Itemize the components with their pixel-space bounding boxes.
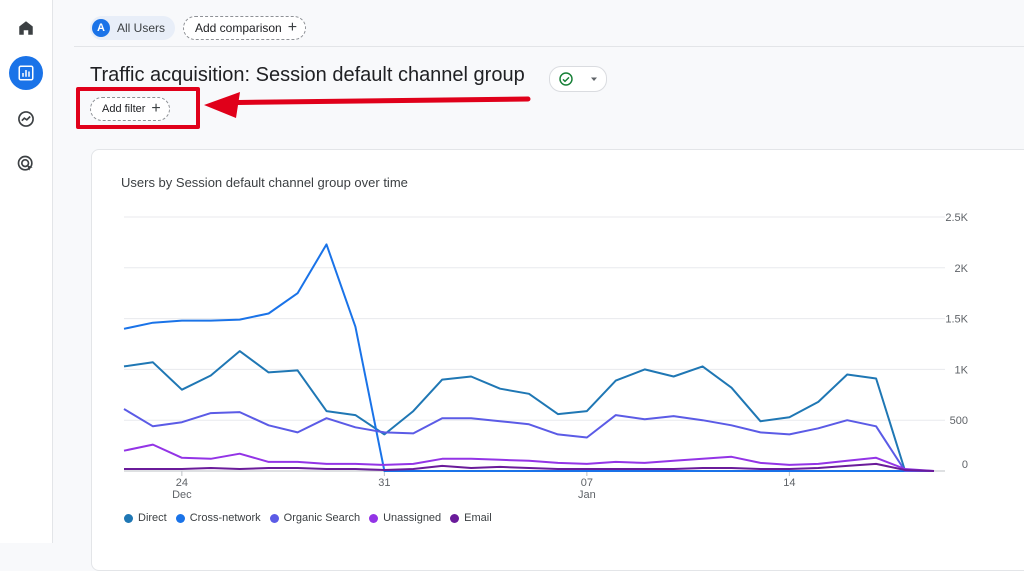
legend-item-cross-network[interactable]: Cross-network (175, 512, 261, 524)
y-tick-label: 1.5K (945, 314, 968, 326)
chart-y-axis: 2.5K 2K 1.5K 1K 500 0 (945, 212, 968, 471)
legend-item-organic-search[interactable]: Organic Search (269, 512, 361, 524)
legend-swatch (450, 513, 460, 523)
x-tick-label: 24 (176, 477, 188, 489)
chart-x-axis: 24Dec 31 07Jan 14 (172, 471, 795, 501)
chart-legend: Direct Cross-network Organic Search Unassig… (124, 512, 501, 524)
y-tick-label: 0 (962, 459, 968, 471)
legend-label: Organic Search (283, 512, 361, 524)
line-chart: 2.5K 2K 1.5K 1K 500 0 24Dec 31 07Jan 14 (123, 212, 969, 501)
chart-gridlines (124, 216, 945, 472)
legend-label: Email (464, 512, 492, 524)
x-tick-label: 14 (783, 477, 795, 489)
legend-swatch (369, 513, 379, 523)
y-tick-label: 2.5K (945, 212, 968, 224)
legend-item-direct[interactable]: Direct (124, 512, 167, 524)
x-tick-label: 31 (378, 477, 390, 489)
x-tick-month-label: Dec (172, 489, 192, 501)
legend-item-email[interactable]: Email (450, 512, 492, 524)
x-tick-label: 07 (581, 477, 593, 489)
y-tick-label: 500 (950, 415, 968, 427)
x-tick-month-label: Jan (578, 489, 596, 501)
y-tick-label: 2K (955, 263, 969, 275)
legend-label: Cross-network (189, 512, 261, 524)
chart-series (123, 243, 935, 472)
legend-swatch (175, 513, 185, 523)
legend-label: Direct (138, 512, 167, 524)
legend-label: Unassigned (383, 512, 442, 524)
legend-item-unassigned[interactable]: Unassigned (369, 512, 441, 524)
legend-swatch (124, 513, 133, 523)
legend-swatch (269, 513, 279, 523)
series-line-cross-network[interactable] (123, 243, 934, 472)
y-tick-label: 1K (955, 364, 969, 376)
